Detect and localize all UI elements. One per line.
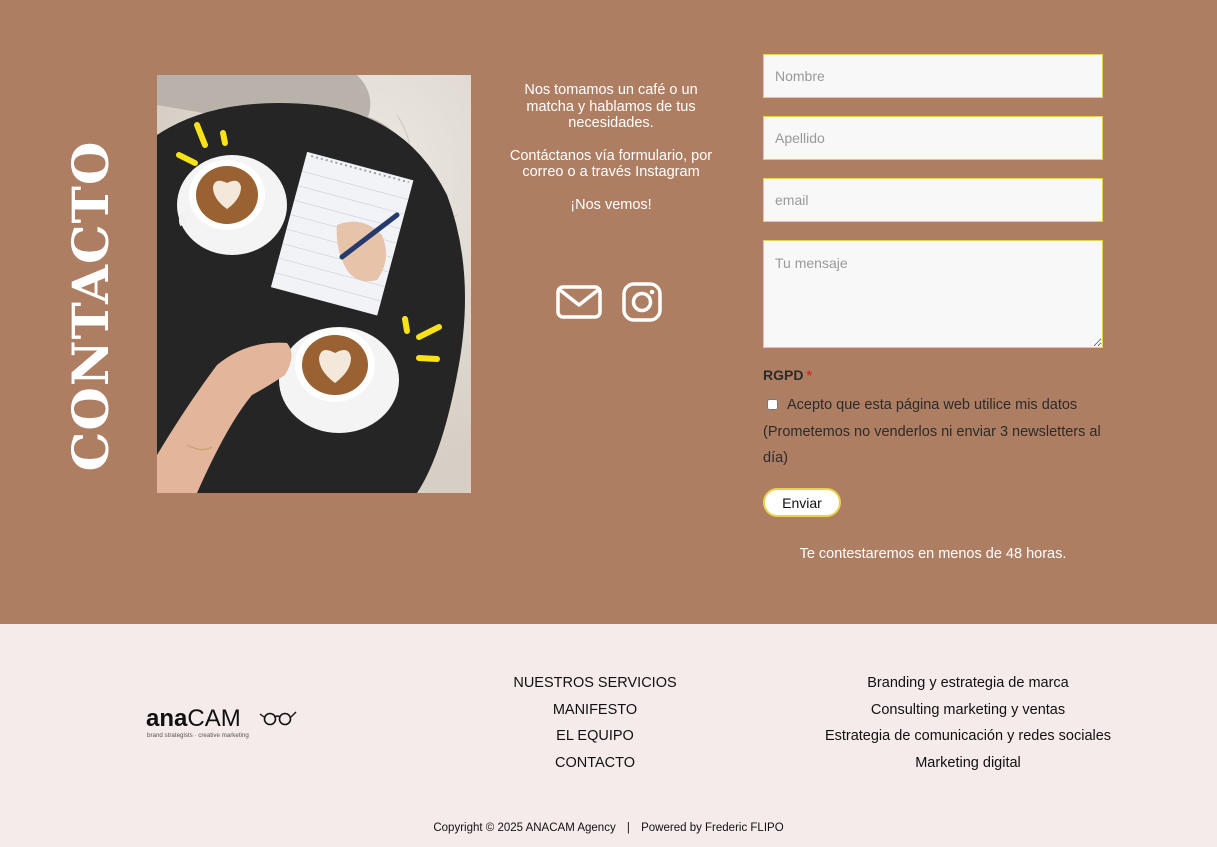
service-link-consulting[interactable]: Consulting marketing y ventas (808, 697, 1128, 724)
email-input[interactable] (763, 178, 1103, 222)
intro-paragraph-2: Contáctanos vía formulario, por correo o… (509, 147, 713, 181)
consent-text: Acepto que esta página web utilice mis d… (763, 397, 1101, 466)
logo-text-cam: CAM (187, 705, 240, 732)
section-title-text: CONTACTO (61, 140, 120, 472)
footer-link-servicios[interactable]: NUESTROS SERVICIOS (505, 670, 685, 697)
footer-link-manifesto[interactable]: MANIFESTO (505, 697, 685, 724)
contact-form (763, 54, 1103, 366)
footer-services: Branding y estrategia de marca Consultin… (808, 670, 1128, 776)
anacam-logo[interactable]: anaCAM brand strategists · creative mark… (146, 704, 298, 740)
coffee-table-illustration (157, 75, 471, 493)
credit-link[interactable]: Powered by Frederic FLIPO (641, 822, 784, 834)
consent-checkbox[interactable] (767, 399, 778, 410)
first-name-input[interactable] (763, 54, 1103, 98)
last-name-input[interactable] (763, 116, 1103, 160)
copyright-text: Copyright © 2025 ANACAM Agency (433, 822, 616, 834)
service-link-comunicacion[interactable]: Estrategia de comunicación y redes socia… (808, 723, 1128, 750)
intro-paragraph-1: Nos tomamos un café o un matcha y hablam… (524, 82, 698, 131)
logo-tagline: brand strategists · creative marketing (147, 732, 249, 739)
envelope-icon[interactable] (556, 282, 602, 322)
coffee-meeting-photo (157, 75, 471, 493)
rgpd-label-text: RGPD (763, 367, 804, 383)
consent-row[interactable]: Acepto que esta página web utilice mis d… (763, 392, 1108, 472)
rgpd-label: RGPD * (763, 367, 812, 383)
footer-nav: NUESTROS SERVICIOS MANIFESTO EL EQUIPO C… (505, 670, 685, 776)
reply-time-note: Te contestaremos en menos de 48 horas. (799, 546, 1067, 562)
copyright-line: Copyright © 2025 ANACAM Agency | Powered… (0, 822, 1217, 834)
social-links (556, 282, 666, 322)
submit-button[interactable]: Enviar (763, 488, 841, 517)
footer-link-contacto[interactable]: CONTACTO (505, 750, 685, 777)
service-link-branding[interactable]: Branding y estrategia de marca (808, 670, 1128, 697)
contact-intro: Nos tomamos un café o un matcha y hablam… (506, 82, 716, 229)
required-mark: * (806, 367, 812, 383)
footer-link-equipo[interactable]: EL EQUIPO (505, 723, 685, 750)
logo-text-ana: ana (146, 705, 188, 732)
copyright-separator: | (626, 822, 630, 834)
section-title: CONTACTO (61, 141, 120, 472)
instagram-icon[interactable] (622, 282, 662, 322)
logo-mark: anaCAM brand strategists · creative mark… (146, 705, 297, 739)
logo-text: anaCAM (146, 705, 241, 732)
message-textarea[interactable] (763, 240, 1103, 348)
intro-paragraph-3: ¡Nos vemos! (570, 196, 652, 213)
contact-section: CONTACTO Nos tomamos un café o un matcha… (0, 0, 1217, 624)
service-link-marketing-digital[interactable]: Marketing digital (808, 750, 1128, 777)
